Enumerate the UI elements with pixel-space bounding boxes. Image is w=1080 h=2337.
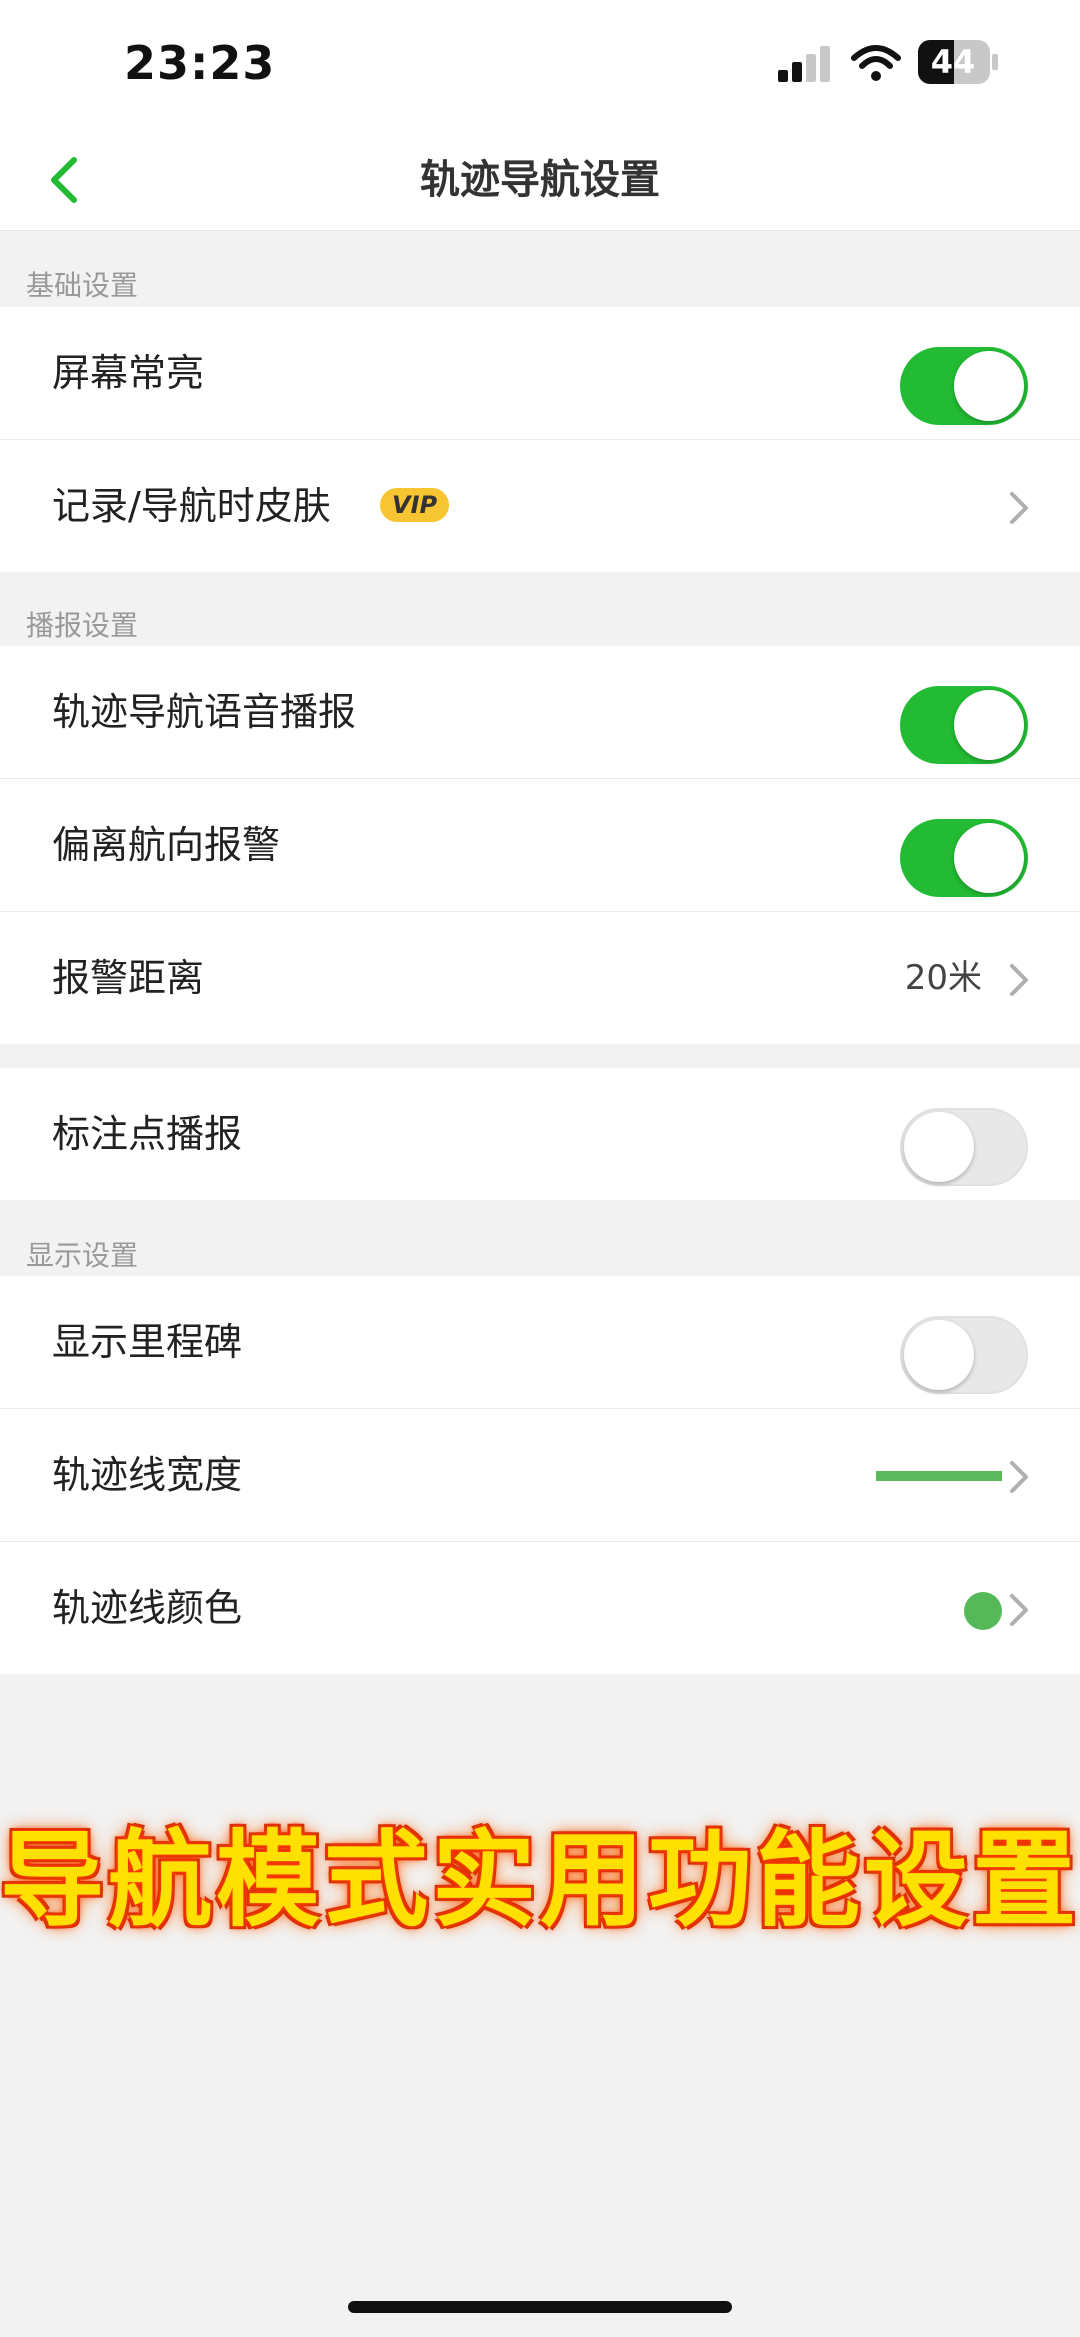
row-alarm-distance[interactable]: 报警距离 20米 xyxy=(0,912,1080,1044)
row-track-line-color[interactable]: 轨迹线颜色 xyxy=(0,1542,1080,1674)
wifi-icon xyxy=(851,45,901,81)
row-label: 记录/导航时皮肤 xyxy=(52,484,331,528)
row-off-course-alarm: 偏离航向报警 xyxy=(0,779,1080,912)
row-label: 标注点播报 xyxy=(52,1112,243,1156)
toggle-off-course-alarm[interactable] xyxy=(900,819,1028,897)
section-header-basic: 基础设置 xyxy=(26,269,139,302)
page-title: 轨迹导航设置 xyxy=(420,157,660,203)
group-display: 显示里程碑 轨迹线宽度 轨迹线颜色 xyxy=(0,1276,1080,1674)
vip-badge: VIP xyxy=(380,488,450,522)
group-basic: 屏幕常亮 记录/导航时皮肤 VIP xyxy=(0,307,1080,572)
row-screen-always-on: 屏幕常亮 xyxy=(0,307,1080,440)
battery-level: 44 xyxy=(930,43,976,81)
row-label: 偏离航向报警 xyxy=(52,823,281,867)
row-track-line-width[interactable]: 轨迹线宽度 xyxy=(0,1409,1080,1542)
row-marker-broadcast: 标注点播报 xyxy=(0,1068,1080,1200)
row-voice-broadcast: 轨迹导航语音播报 xyxy=(0,646,1080,779)
home-indicator xyxy=(348,2301,732,2313)
row-label: 报警距离 xyxy=(52,956,205,1000)
status-time: 23:23 xyxy=(124,36,276,90)
toggle-knob xyxy=(904,1320,974,1390)
toggle-voice-broadcast[interactable] xyxy=(900,686,1028,764)
toggle-marker-broadcast[interactable] xyxy=(900,1108,1028,1186)
row-label: 轨迹导航语音播报 xyxy=(52,690,357,734)
chevron-right-icon xyxy=(1010,1594,1028,1626)
nav-bar: 轨迹导航设置 xyxy=(0,130,1080,231)
section-header-broadcast: 播报设置 xyxy=(26,609,139,642)
row-record-skin[interactable]: 记录/导航时皮肤 VIP xyxy=(0,440,1080,572)
group-broadcast: 轨迹导航语音播报 偏离航向报警 报警距离 20米 xyxy=(0,646,1080,1044)
toggle-screen-always-on[interactable] xyxy=(900,347,1028,425)
overlay-caption: 导航模式实用功能设置 xyxy=(0,1819,1080,1941)
status-bar: 23:23 44 xyxy=(0,0,1080,130)
row-label: 显示里程碑 xyxy=(52,1320,243,1364)
chevron-right-icon xyxy=(1010,492,1028,524)
row-label: 轨迹线宽度 xyxy=(52,1453,243,1497)
row-label: 轨迹线颜色 xyxy=(52,1586,243,1630)
toggle-show-milestones[interactable] xyxy=(900,1316,1028,1394)
alarm-distance-value: 20米 xyxy=(904,958,982,998)
chevron-right-icon xyxy=(1010,1461,1028,1493)
row-show-milestones: 显示里程碑 xyxy=(0,1276,1080,1409)
back-button[interactable] xyxy=(40,150,90,210)
row-label: 屏幕常亮 xyxy=(52,351,205,395)
group-marker: 标注点播报 xyxy=(0,1068,1080,1200)
signal-icon xyxy=(778,46,830,82)
toggle-knob xyxy=(954,823,1024,893)
track-line-width-preview xyxy=(876,1471,1002,1481)
toggle-knob xyxy=(904,1112,974,1182)
toggle-knob xyxy=(954,690,1024,760)
chevron-right-icon xyxy=(1010,964,1028,996)
toggle-knob xyxy=(954,351,1024,421)
track-line-color-swatch xyxy=(964,1592,1002,1630)
section-header-display: 显示设置 xyxy=(26,1239,139,1272)
